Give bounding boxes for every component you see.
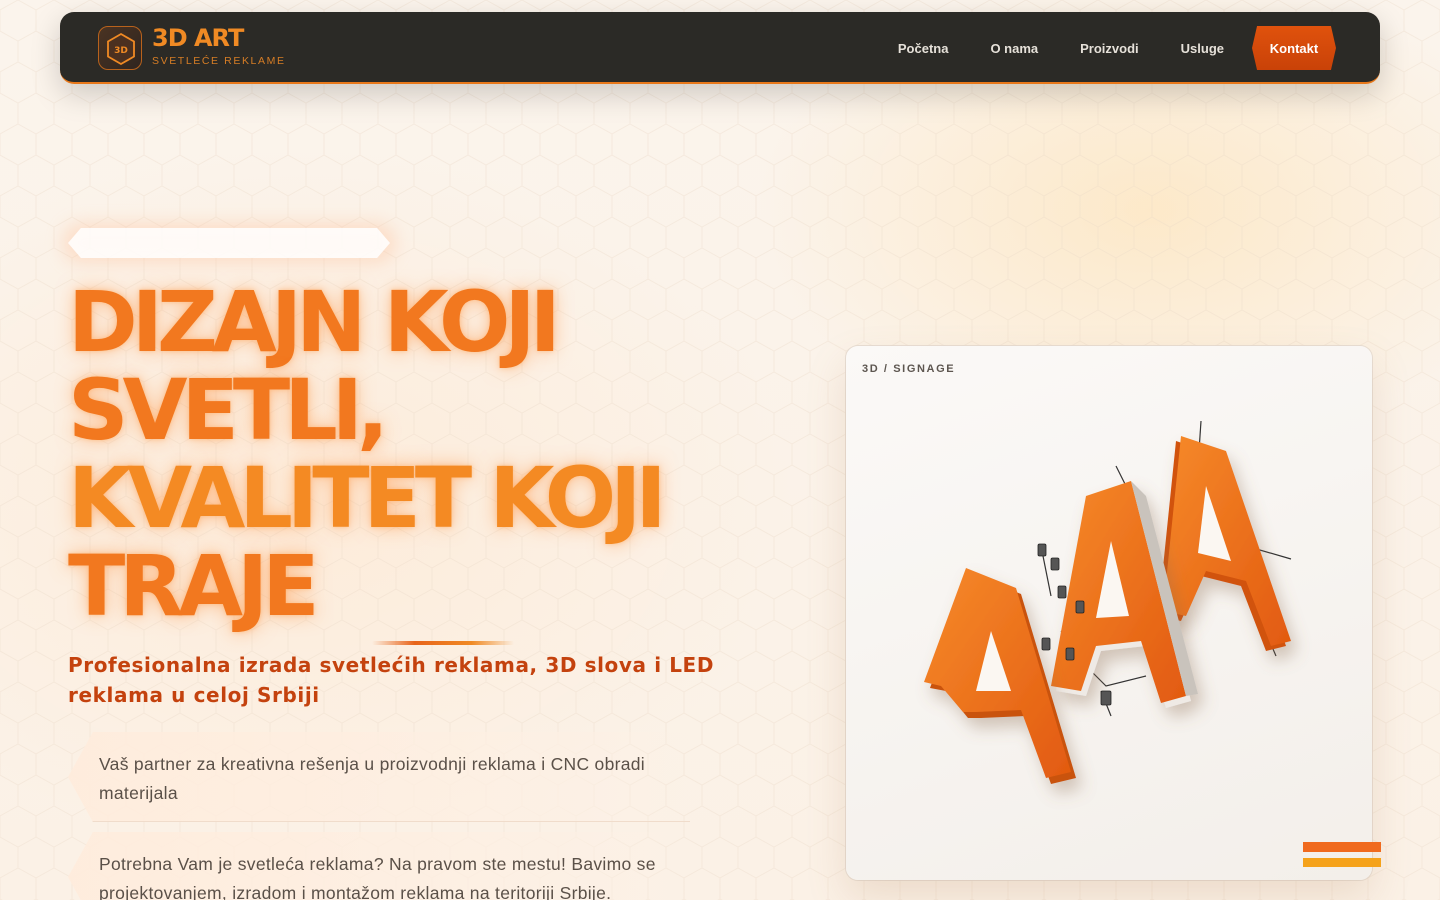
- stripe-yellow: [1303, 858, 1381, 867]
- headline-line-3: KVALITET KOJI: [68, 449, 667, 547]
- nav-link-o-nama[interactable]: O nama: [990, 41, 1038, 56]
- accent-underline: [372, 641, 514, 645]
- tagline-pill: [68, 228, 390, 258]
- nav-link-proizvodi[interactable]: Proizvodi: [1080, 41, 1139, 56]
- svg-text:3D: 3D: [114, 46, 128, 56]
- stripe-orange: [1303, 842, 1381, 852]
- contact-button[interactable]: Kontakt: [1252, 26, 1336, 70]
- info-card-partner: Vaš partner za kreativna rešenja u proiz…: [68, 732, 690, 822]
- info-card-services: Potrebna Vam je svetleća reklama? Na pra…: [68, 832, 690, 900]
- brand-title[interactable]: 3D ART: [152, 24, 244, 52]
- showcase-card: 3D / SIGNAGE: [846, 346, 1372, 880]
- nav-link-usluge[interactable]: Usluge: [1181, 41, 1224, 56]
- top-navbar: 3D 3D ART SVETLEĆE REKLAME Početna O nam…: [60, 12, 1380, 84]
- decorative-stripes: [1303, 842, 1381, 867]
- headline-line-1: DIZAJN KOJI: [68, 273, 561, 371]
- headline-line-4: TRAJE: [68, 537, 320, 635]
- nav-links: Početna O nama Proizvodi Usluge Kontakt: [856, 26, 1336, 70]
- hero-subheading: Profesionalna izrada svetlećih reklama, …: [68, 653, 715, 707]
- headline-line-2: SVETLI,: [68, 361, 389, 459]
- hero-headline: DIZAJN KOJI SVETLI, KVALITET KOJI TRAJE: [68, 278, 788, 630]
- hexagon-logo-icon: 3D: [107, 32, 135, 66]
- 3d-letters-illustration: [924, 420, 1292, 784]
- logo-badge[interactable]: 3D: [98, 26, 142, 70]
- brand-subtitle: SVETLEĆE REKLAME: [152, 55, 286, 67]
- nav-link-pocetna[interactable]: Početna: [898, 41, 949, 56]
